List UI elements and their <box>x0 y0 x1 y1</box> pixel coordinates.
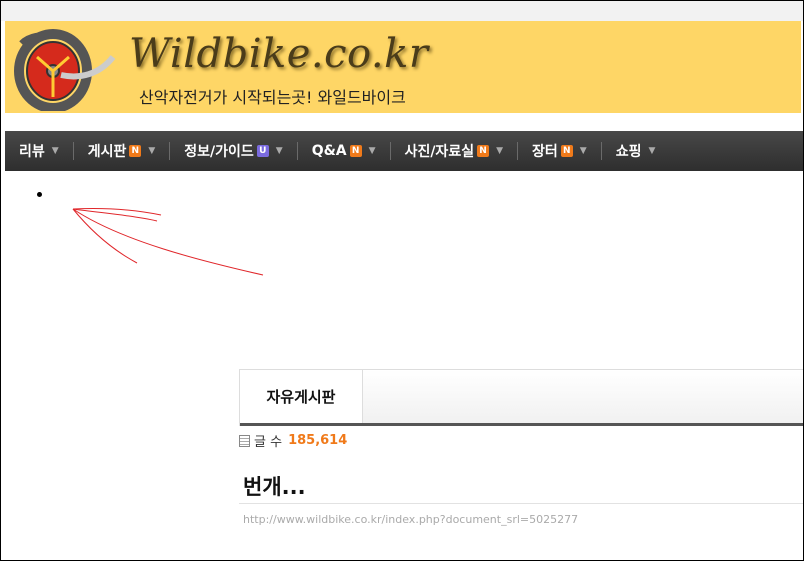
chevron-down-icon: ▼ <box>51 146 59 156</box>
list-bullet <box>37 192 42 197</box>
nav-item-guide[interactable]: 정보/가이드 U ▼ <box>170 131 296 171</box>
post-count-label: 글 수 <box>254 435 283 450</box>
post-title[interactable]: 번개... <box>243 471 306 501</box>
chevron-down-icon: ▼ <box>148 146 156 156</box>
tab-underline <box>240 423 803 426</box>
nav-item-label: 정보/가이드 <box>184 144 254 160</box>
board-tab-bar: 자유게시판 <box>239 369 803 426</box>
post-count: 글 수 185,614 <box>239 431 347 450</box>
nav-item-label: 리뷰 <box>19 144 45 160</box>
site-logo-text[interactable]: Wildbike.co.kr <box>129 31 428 77</box>
new-badge: N <box>477 145 490 157</box>
nav-item-label: 장터 <box>532 144 558 160</box>
nav-item-label: Q&A <box>311 143 347 159</box>
document-icon <box>239 434 250 447</box>
new-badge: N <box>560 145 573 157</box>
nav-item-photos[interactable]: 사진/자료실 N ▼ <box>391 131 517 171</box>
chevron-down-icon: ▼ <box>648 146 656 156</box>
post-url[interactable]: http://www.wildbike.co.kr/index.php?docu… <box>243 513 578 526</box>
chevron-down-icon: ▼ <box>496 146 503 156</box>
post-divider <box>239 503 803 504</box>
nav-item-label: 쇼핑 <box>615 144 642 160</box>
nav-item-review[interactable]: 리뷰 ▼ <box>5 131 73 171</box>
nav-item-board[interactable]: 게시판 N ▼ <box>74 131 170 171</box>
nav-item-label: 게시판 <box>87 144 127 160</box>
browser-frame: Wildbike.co.kr 산악자전거가 시작되는곳! 와일드바이크 리뷰 ▼… <box>0 0 804 561</box>
updated-badge: U <box>256 145 269 157</box>
nav-item-market[interactable]: 장터 N ▼ <box>518 131 601 171</box>
new-badge: N <box>129 145 142 157</box>
nav-item-label: 사진/자료실 <box>404 144 475 160</box>
new-badge: N <box>349 145 362 157</box>
annotation-arrow-icon <box>72 207 264 276</box>
chevron-down-icon: ▼ <box>275 146 283 156</box>
main-nav: 리뷰 ▼ 게시판 N ▼ 정보/가이드 U ▼ Q&A N ▼ 사진/자료실 N… <box>5 131 803 171</box>
site-tagline: 산악자전거가 시작되는곳! 와일드바이크 <box>139 88 406 107</box>
site-banner: Wildbike.co.kr 산악자전거가 시작되는곳! 와일드바이크 <box>5 21 801 113</box>
banner-gap <box>5 113 801 131</box>
bike-wheel-logo-icon[interactable] <box>9 27 125 111</box>
chevron-down-icon: ▼ <box>579 146 587 156</box>
tab-free-board[interactable]: 자유게시판 <box>240 370 363 426</box>
nav-item-shopping[interactable]: 쇼핑 ▼ <box>602 131 670 171</box>
tab-label: 자유게시판 <box>266 388 336 406</box>
chevron-down-icon: ▼ <box>368 146 376 156</box>
nav-item-qna[interactable]: Q&A N ▼ <box>298 131 390 171</box>
top-strip <box>1 1 803 21</box>
post-count-value: 185,614 <box>288 433 348 448</box>
